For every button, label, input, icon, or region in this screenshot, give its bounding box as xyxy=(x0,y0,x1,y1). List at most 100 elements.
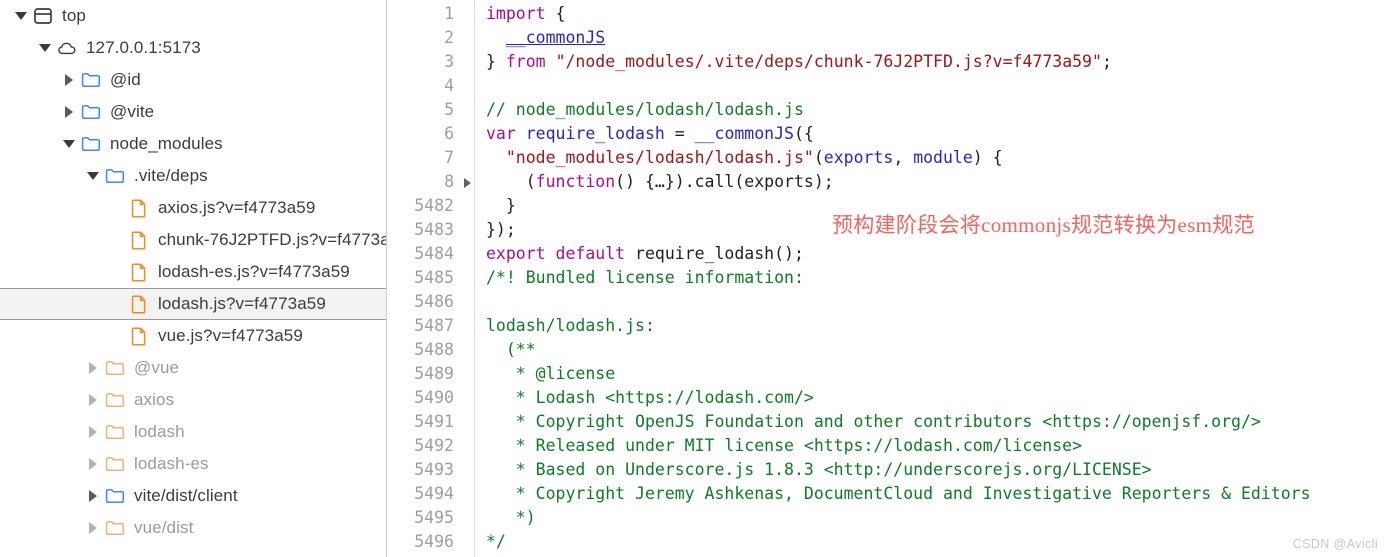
line-number[interactable]: 5486 xyxy=(387,290,474,314)
chevron-down-icon[interactable] xyxy=(12,12,30,20)
code-token: import xyxy=(486,4,546,23)
chevron-right-icon[interactable] xyxy=(84,458,102,470)
line-number-text: 3 xyxy=(444,52,454,71)
code-line[interactable]: "node_modules/lodash/lodash.js"(exports,… xyxy=(486,146,1390,170)
file-tree[interactable]: top 127.0.0.1:5173 @id @vite node_modules .vi… xyxy=(0,0,386,544)
chevron-right-icon[interactable] xyxy=(60,74,78,86)
code-line[interactable]: */ xyxy=(486,530,1390,554)
line-number[interactable]: 5488 xyxy=(387,338,474,362)
tree-item-vue-dist[interactable]: vue/dist xyxy=(0,512,386,544)
line-number-text: 5484 xyxy=(414,244,454,263)
line-number[interactable]: 5492 xyxy=(387,434,474,458)
line-number[interactable]: 3 xyxy=(387,50,474,74)
code-line[interactable]: (function() {…}).call(exports); xyxy=(486,170,1390,194)
code-token: (** xyxy=(486,340,536,359)
line-number[interactable]: 5494 xyxy=(387,482,474,506)
code-line[interactable]: * Released under MIT license <https://lo… xyxy=(486,434,1390,458)
code-line[interactable]: // node_modules/lodash/lodash.js xyxy=(486,98,1390,122)
chevron-down-icon[interactable] xyxy=(36,44,54,52)
line-number[interactable]: 2 xyxy=(387,26,474,50)
code-line[interactable] xyxy=(486,74,1390,98)
code-line[interactable]: *) xyxy=(486,506,1390,530)
line-number[interactable]: 4 xyxy=(387,74,474,98)
tree-item-id[interactable]: @id xyxy=(0,64,386,96)
code-line[interactable]: * Based on Underscore.js 1.8.3 <http://u… xyxy=(486,458,1390,482)
tree-item-lodash-es-js-v-f4773a59[interactable]: lodash-es.js?v=f4773a59 xyxy=(0,256,386,288)
chevron-down-icon[interactable] xyxy=(60,140,78,148)
chevron-right-icon[interactable] xyxy=(60,106,78,118)
line-number[interactable]: 5491 xyxy=(387,410,474,434)
line-number-text: 5494 xyxy=(414,484,454,503)
tree-item-axios[interactable]: axios xyxy=(0,384,386,416)
tree-item-vue-js-v-f4773a59[interactable]: vue.js?v=f4773a59 xyxy=(0,320,386,352)
tree-item-lodash-js-v-f4773a59[interactable]: lodash.js?v=f4773a59 xyxy=(0,288,386,320)
code-token: ; xyxy=(1101,52,1112,71)
tree-item-top[interactable]: top xyxy=(0,0,386,32)
line-number[interactable]: 6 xyxy=(387,122,474,146)
file-navigator-sidebar[interactable]: top 127.0.0.1:5173 @id @vite node_modules .vi… xyxy=(0,0,387,557)
window-icon xyxy=(30,5,56,27)
code-line[interactable] xyxy=(486,290,1390,314)
folder-icon xyxy=(102,517,128,539)
code-line[interactable]: import { xyxy=(486,2,1390,26)
line-number-text: 5493 xyxy=(414,460,454,479)
line-number[interactable]: 5 xyxy=(387,98,474,122)
line-number[interactable]: 5487 xyxy=(387,314,474,338)
tree-item-vite[interactable]: @vite xyxy=(0,96,386,128)
line-number[interactable]: 5495 xyxy=(387,506,474,530)
line-number[interactable]: 5484 xyxy=(387,242,474,266)
source-code-editor[interactable]: 1 2 3 4 5 6 7 8 5482 5483 5484 5485 5486 5487 5488 5489… xyxy=(387,0,1390,557)
line-number[interactable]: 5493 xyxy=(387,458,474,482)
chevron-right-icon[interactable] xyxy=(84,426,102,438)
line-number-text: 5 xyxy=(444,100,454,119)
tree-item-chunk-76j2ptfd-js-v-f4773a59[interactable]: chunk-76J2PTFD.js?v=f4773a59 xyxy=(0,224,386,256)
code-line[interactable]: * Lodash <https://lodash.com/> xyxy=(486,386,1390,410)
code-line[interactable]: * Copyright Jeremy Ashkenas, DocumentClo… xyxy=(486,482,1390,506)
code-token: require_lodash(); xyxy=(625,244,804,263)
chevron-right-icon[interactable] xyxy=(84,362,102,374)
chevron-down-icon[interactable] xyxy=(84,172,102,180)
code-line[interactable]: } from "/node_modules/.vite/deps/chunk-7… xyxy=(486,50,1390,74)
line-number[interactable]: 5489 xyxy=(387,362,474,386)
code-token: * Lodash <https://lodash.com/> xyxy=(486,388,814,407)
code-line[interactable]: lodash/lodash.js: xyxy=(486,314,1390,338)
tree-item-axios-js-v-f4773a59[interactable]: axios.js?v=f4773a59 xyxy=(0,192,386,224)
tree-item-vite-deps[interactable]: .vite/deps xyxy=(0,160,386,192)
code-token: from xyxy=(505,52,546,71)
line-number[interactable]: 8 xyxy=(387,170,474,194)
line-number[interactable]: 5483 xyxy=(387,218,474,242)
code-content[interactable]: import { __commonJS} from "/node_modules… xyxy=(475,0,1390,557)
code-line[interactable]: * Copyright OpenJS Foundation and other … xyxy=(486,410,1390,434)
code-line[interactable]: export default require_lodash(); xyxy=(486,242,1390,266)
code-line[interactable]: /*! Bundled license information: xyxy=(486,266,1390,290)
tree-item-vite-dist-client[interactable]: vite/dist/client xyxy=(0,480,386,512)
line-number-gutter[interactable]: 1 2 3 4 5 6 7 8 5482 5483 5484 5485 5486 5487 5488 5489… xyxy=(387,0,475,557)
tree-item-node-modules[interactable]: node_modules xyxy=(0,128,386,160)
chevron-right-icon[interactable] xyxy=(84,394,102,406)
line-number[interactable]: 5482 xyxy=(387,194,474,218)
chevron-right-icon[interactable] xyxy=(84,490,102,502)
line-number[interactable]: 5485 xyxy=(387,266,474,290)
code-token: var xyxy=(486,124,516,143)
code-token: * Copyright Jeremy Ashkenas, DocumentClo… xyxy=(486,484,1311,503)
code-line[interactable]: * @license xyxy=(486,362,1390,386)
code-line[interactable]: (** xyxy=(486,338,1390,362)
fold-expand-icon[interactable] xyxy=(464,178,471,188)
tree-item-label: vite/dist/client xyxy=(134,486,238,505)
code-line[interactable]: var require_lodash = __commonJS({ xyxy=(486,122,1390,146)
chevron-right-icon[interactable] xyxy=(84,522,102,534)
folder-icon xyxy=(102,357,128,379)
line-number[interactable]: 7 xyxy=(387,146,474,170)
line-number[interactable]: 5496 xyxy=(387,530,474,554)
tree-item-lodash[interactable]: lodash xyxy=(0,416,386,448)
tree-item-127-0-0-1-5173[interactable]: 127.0.0.1:5173 xyxy=(0,32,386,64)
tree-item-lodash-es[interactable]: lodash-es xyxy=(0,448,386,480)
line-number[interactable]: 1 xyxy=(387,2,474,26)
line-number-text: 5495 xyxy=(414,508,454,527)
code-line[interactable]: __commonJS xyxy=(486,26,1390,50)
tree-item-vue[interactable]: @vue xyxy=(0,352,386,384)
line-number[interactable]: 5490 xyxy=(387,386,474,410)
